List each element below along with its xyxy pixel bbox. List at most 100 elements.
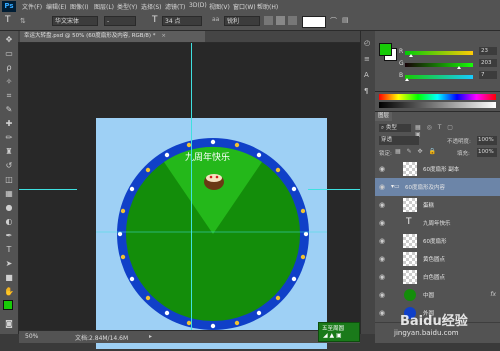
horizontal-guide-outside-left [19,189,77,190]
menu-edit[interactable]: 编辑(E) [46,2,66,11]
canvas-workspace[interactable]: 九周年快乐 [19,43,360,349]
g-value-input[interactable]: 203 [479,59,497,67]
layer-thumbnail [403,198,417,212]
lock-label: 锁定: [379,151,392,157]
quick-mask-icon[interactable]: ◙ [4,319,14,329]
blend-mode-select[interactable]: 穿透 [379,136,419,145]
paragraph-panel-icon[interactable]: ¶ [364,87,368,95]
status-menu-arrow-icon[interactable]: ▸ [149,333,152,340]
character-panel-strip-icon[interactable]: A [364,71,369,79]
properties-panel-icon[interactable]: ≡ [364,55,370,63]
font-style-select[interactable]: - [104,16,136,26]
folder-icon[interactable]: ▾▭ [391,183,400,190]
font-family-select[interactable]: 华文宋体 [52,16,98,26]
filter-icons[interactable]: ▦ ◎ T ▢ ▣ [415,124,465,138]
path-selection-tool-icon[interactable]: ➤ [4,259,14,269]
menu-view[interactable]: 视图(V) [209,2,230,11]
gradient-tool-icon[interactable]: ▦ [4,189,14,199]
align-center-icon[interactable] [276,16,285,25]
layers-tab[interactable]: 图层 [375,112,393,121]
crop-tool-icon[interactable]: ⌗ [4,91,14,101]
clone-stamp-tool-icon[interactable]: ♜ [4,147,14,157]
fill-input[interactable]: 100% [477,148,497,157]
r-value-input[interactable]: 23 [479,47,497,55]
blur-tool-icon[interactable]: ● [4,203,14,213]
visibility-eye-icon[interactable]: ◉ [379,291,387,299]
layer-name: 60度扇形 副本 [423,167,460,173]
warp-text-icon[interactable]: ⌒ [330,16,337,26]
photoshop-logo: Ps [2,1,16,12]
lasso-tool-icon[interactable]: ρ [4,63,14,73]
layer-row[interactable]: ◉ 蛋糕 [375,196,500,215]
zoom-level[interactable]: 50% [25,333,38,340]
layer-thumbnail [403,252,417,266]
marquee-tool-icon[interactable]: ▭ [4,49,14,59]
healing-brush-tool-icon[interactable]: ✚ [4,119,14,129]
visibility-eye-icon[interactable]: ◉ [379,273,387,281]
menu-window[interactable]: 窗口(W) [233,2,256,11]
magic-wand-tool-icon[interactable]: ✧ [4,77,14,87]
history-panel-icon[interactable]: ◴ [364,39,370,47]
visibility-eye-icon[interactable]: ◉ [379,237,387,245]
text-color-swatch[interactable] [302,16,326,28]
move-tool-icon[interactable]: ✥ [4,35,14,45]
hand-tool-icon[interactable]: ✋ [4,287,14,297]
doc-info[interactable]: 文档:2.84M/14.6M [75,333,128,342]
layer-row[interactable]: ◉ 白色圆点 [375,268,500,287]
orientation-toggle-icon[interactable]: ⇅ [20,17,26,25]
layer-name: 九周年快乐 [423,221,451,227]
eyedropper-tool-icon[interactable]: ✎ [4,105,14,115]
menu-type[interactable]: 类型(Y) [117,2,137,11]
font-size-icon: T [152,15,158,25]
close-tab-icon[interactable]: × [161,33,166,39]
visibility-eye-icon[interactable]: ◉ [379,165,387,173]
layer-row[interactable]: ◉ 黄色圆点 [375,250,500,269]
menu-file[interactable]: 文件(F) [22,2,42,11]
mini-panel[interactable]: 五至周圆 ◢ ▲ ▣ [318,322,360,342]
menu-help[interactable]: 帮助(H) [257,2,278,11]
layer-row[interactable]: ◉ 60度扇形 副本 [375,160,500,179]
history-brush-tool-icon[interactable]: ↺ [4,161,14,171]
align-right-icon[interactable] [288,16,297,25]
layer-row[interactable]: ◉ 60度扇形 [375,232,500,251]
type-tool-icon[interactable]: T [5,15,11,25]
fx-icon[interactable]: fx [490,291,496,298]
menu-bar: Ps 文件(F) 编辑(E) 图像(I) 图层(L) 类型(Y) 选择(S) 滤… [0,0,500,14]
menu-image[interactable]: 图像(I) [70,2,88,11]
antialias-select[interactable]: 锐利 [224,16,260,26]
foreground-color-swatch[interactable] [3,300,13,310]
menu-filter[interactable]: 滤镜(T) [165,2,185,11]
layer-row[interactable]: ◉ 中圆 fx [375,286,500,305]
lock-icons[interactable]: ▦ ✎ ✥ 🔒 [395,148,438,155]
b-value-input[interactable]: 7 [479,71,497,79]
font-size-select[interactable]: 34 点 [162,16,202,26]
menu-select[interactable]: 选择(S) [141,2,162,11]
visibility-eye-icon[interactable]: ◉ [379,255,387,263]
grayscale-bar[interactable] [379,102,496,108]
brush-tool-icon[interactable]: ✏ [4,133,14,143]
visibility-eye-icon[interactable]: ◉ [379,183,387,191]
layer-row-selected[interactable]: ◉ ▾▭ 60度扇形及内容 [375,178,500,197]
pen-tool-icon[interactable]: ✒ [4,231,14,241]
type-tool-panel-icon[interactable]: T [4,245,14,255]
visibility-eye-icon[interactable]: ◉ [379,219,387,227]
document-canvas[interactable]: 九周年快乐 [96,118,327,349]
foreground-color-chip[interactable] [379,43,392,56]
align-left-icon[interactable] [264,16,273,25]
menu-3d[interactable]: 3D(D) [189,2,207,9]
dodge-tool-icon[interactable]: ◐ [4,217,14,227]
menu-layer[interactable]: 图层(L) [94,2,114,11]
mini-panel-icons[interactable]: ◢ ▲ ▣ [323,332,342,339]
document-tab[interactable]: 幸运大转盘.psd @ 50% (60度扇形及内容, RGB/8) * × [20,31,205,42]
layer-row[interactable]: ◉ T 九周年快乐 [375,214,500,233]
visibility-eye-icon[interactable]: ◉ [379,201,387,209]
opacity-label: 不透明度: [447,139,471,145]
layer-filter-select[interactable]: ⌕ 类型 [379,124,411,132]
eraser-tool-icon[interactable]: ◫ [4,175,14,185]
character-panel-icon[interactable]: ▤ [342,16,349,24]
layer-name: 60度扇形及内容 [405,185,445,191]
opacity-input[interactable]: 100% [477,136,497,145]
shape-tool-icon[interactable]: ■ [4,273,14,283]
color-spectrum-bar[interactable] [379,94,496,100]
options-bar: T ⇅ 华文宋体 - T 34 点 aa 锐利 ⌒ ▤ [0,13,500,31]
